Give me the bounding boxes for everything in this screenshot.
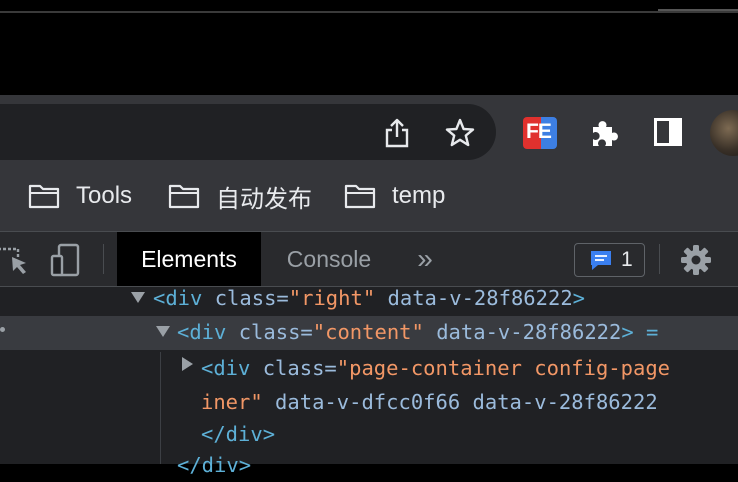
dom-tag-close: > (572, 286, 586, 310)
dom-attr-name: class= (262, 356, 337, 380)
dom-attr-name: data-v-dfcc0f66 data-v-28f86222 (262, 390, 658, 414)
issues-count: 1 (621, 248, 633, 271)
dom-node-wrap-line: iner" data-v-dfcc0f66 data-v-28f86222 (201, 385, 658, 419)
toolbar-divider (659, 244, 660, 274)
dom-attr-name: data-v-28f86222 (375, 286, 573, 310)
tab-console-label: Console (286, 245, 372, 272)
dom-tag-open: <div (201, 356, 263, 380)
dom-close-tag[interactable]: </div> (177, 448, 251, 482)
dom-attr-name: class= (214, 286, 289, 310)
dom-tag-close: </div> (177, 453, 252, 477)
dom-close-tag[interactable]: </div> (201, 417, 275, 451)
tab-console[interactable]: Console (262, 232, 396, 286)
device-toolbar-icon[interactable] (50, 243, 80, 277)
fe-extension-icon[interactable]: FE (523, 117, 557, 149)
fe-extension-label: FE (526, 120, 552, 143)
address-bar[interactable] (0, 104, 496, 160)
dom-attr-name: class= (238, 320, 313, 344)
dom-node-right[interactable]: <div class="right" data-v-28f86222> (153, 281, 585, 315)
extensions-puzzle-icon[interactable] (588, 117, 620, 149)
dom-attr-name: data-v-28f86222 (423, 320, 622, 344)
expand-triangle-icon[interactable] (131, 292, 145, 303)
tab-elements[interactable]: Elements (117, 232, 261, 286)
tab-elements-label: Elements (141, 245, 237, 272)
bookmark-auto-publish[interactable]: 自动发布 (168, 178, 312, 214)
more-tabs-icon: » (417, 243, 433, 274)
dom-tag-open: <div (177, 320, 239, 344)
collapse-triangle-icon[interactable] (182, 357, 193, 371)
window-top-border (0, 11, 738, 13)
bookmark-tools[interactable]: Tools (28, 178, 132, 214)
folder-icon (168, 184, 200, 209)
dom-tag-open: <div (153, 286, 215, 310)
window-top-border-accent (658, 9, 738, 11)
expand-triangle-icon[interactable] (156, 326, 170, 337)
dom-attr-value: "right" (288, 286, 376, 310)
inspect-element-icon[interactable] (0, 245, 30, 275)
tree-guide-line (160, 352, 161, 464)
bookmark-star-icon[interactable] (442, 116, 478, 150)
dom-attr-value: iner" (201, 390, 263, 414)
bookmark-label: temp (392, 182, 446, 209)
toolbar-divider (103, 244, 104, 274)
bookmark-temp[interactable]: temp (344, 178, 445, 214)
dom-attr-value: "page-container config-page (336, 356, 671, 380)
issues-chat-icon (591, 251, 611, 270)
folder-icon (344, 184, 376, 209)
dom-node-page-container[interactable]: <div class="page-container config-page (201, 351, 670, 385)
issues-badge[interactable]: 1 (574, 243, 645, 277)
selection-dot (0, 327, 5, 332)
dom-tag-close: > = (621, 320, 659, 344)
share-icon[interactable] (380, 116, 414, 150)
dom-attr-value: "content" (312, 320, 424, 344)
folder-icon (28, 184, 60, 209)
side-panel-icon[interactable] (654, 118, 682, 146)
dom-tag-close: </div> (201, 422, 276, 446)
settings-gear-icon[interactable] (680, 244, 712, 276)
bookmark-label: Tools (76, 182, 133, 209)
more-tabs-button[interactable]: » (410, 232, 440, 286)
bookmark-label: 自动发布 (216, 185, 312, 213)
dom-node-content[interactable]: <div class="content" data-v-28f86222> = (177, 315, 658, 349)
